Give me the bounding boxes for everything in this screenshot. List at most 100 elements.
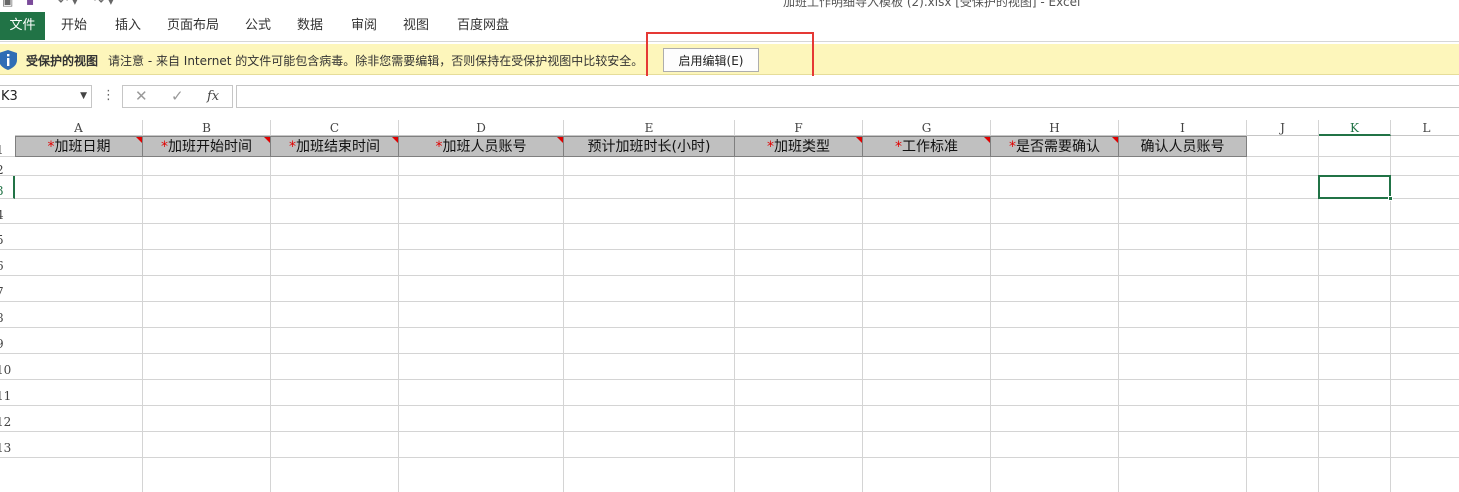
header-cell-h[interactable]: *是否需要确认 [991, 136, 1119, 157]
column-header-f[interactable]: F [735, 120, 863, 136]
formula-bar: K3 ▼ ⋮ ✕ ✓ fx [0, 76, 1459, 120]
row-header-8[interactable]: 8 [0, 302, 15, 328]
column-header-g[interactable]: G [863, 120, 991, 136]
redo-icon[interactable]: ↷ ▾ [94, 0, 114, 8]
column-header-a[interactable]: A [15, 120, 143, 136]
column-header-l[interactable]: L [1391, 120, 1459, 136]
row-number: 3 [0, 184, 4, 198]
name-box[interactable]: K3 ▼ [0, 85, 92, 108]
row-header-5[interactable]: 5 [0, 224, 15, 250]
tab-insert[interactable]: 插入 [111, 12, 145, 40]
comment-indicator-icon[interactable] [1112, 137, 1118, 143]
header-cell-c[interactable]: *加班结束时间 [271, 136, 399, 157]
row-number: 4 [0, 208, 4, 222]
fill-handle[interactable] [1388, 196, 1393, 201]
row-header-10[interactable]: 10 [0, 354, 15, 380]
column-header-b[interactable]: B [143, 120, 271, 136]
header-cell-g[interactable]: *工作标准 [863, 136, 991, 157]
row-number: 12 [0, 415, 12, 429]
row-number: 6 [0, 259, 4, 273]
column-header-c[interactable]: C [271, 120, 399, 136]
tab-baidu-netdisk[interactable]: 百度网盘 [453, 12, 513, 40]
row-header-11[interactable]: 11 [0, 380, 15, 406]
formula-input[interactable] [236, 85, 1459, 108]
enter-icon[interactable]: ✓ [171, 87, 184, 105]
header-cell-a[interactable]: *加班日期 [15, 136, 143, 157]
chevron-down-icon[interactable]: ▼ [80, 86, 87, 107]
tab-review[interactable]: 审阅 [347, 12, 381, 40]
header-cell-text: 工作标准 [902, 139, 958, 155]
comment-indicator-icon[interactable] [392, 137, 398, 143]
column-gridline [1246, 136, 1247, 492]
worksheet-grid[interactable]: ABCDEFGHIJKL 12345678910111213 *加班日期*加班开… [0, 120, 1459, 492]
tab-home[interactable]: 开始 [57, 12, 91, 40]
header-cell-text: 加班结束时间 [296, 139, 380, 155]
row-gridline [15, 379, 1459, 380]
tab-view[interactable]: 视图 [399, 12, 433, 40]
header-cell-d[interactable]: *加班人员账号 [399, 136, 564, 157]
info-shield-icon [0, 50, 17, 70]
row-gridline [15, 431, 1459, 432]
header-cell-f[interactable]: *加班类型 [735, 136, 863, 157]
tab-formulas[interactable]: 公式 [241, 12, 275, 40]
column-header-j[interactable]: J [1247, 120, 1319, 136]
save-icon[interactable]: ▪ [26, 0, 34, 8]
column-gridline [270, 136, 271, 492]
protected-view-message: 请注意 - 来自 Internet 的文件可能包含病毒。除非您需要编辑，否则保持… [108, 54, 644, 68]
row-number: 9 [0, 337, 4, 351]
tab-page-layout[interactable]: 页面布局 [163, 12, 223, 40]
row-header-7[interactable]: 7 [0, 276, 15, 302]
comment-indicator-icon[interactable] [136, 137, 142, 143]
row-header-6[interactable]: 6 [0, 250, 15, 276]
row-gridline [15, 405, 1459, 406]
row-header-12[interactable]: 12 [0, 406, 15, 432]
window-title: 加班工作明细导入模板 (2).xlsx [受保护的视图] - Excel [783, 0, 1081, 9]
comment-indicator-icon[interactable] [264, 137, 270, 143]
column-header-e[interactable]: E [564, 120, 735, 136]
header-cell-text: 加班日期 [54, 139, 111, 155]
enable-editing-button[interactable]: 启用编辑(E) [663, 48, 759, 72]
column-header-d[interactable]: D [399, 120, 564, 136]
row-number: 2 [0, 163, 4, 176]
header-cell-text: 加班类型 [774, 139, 830, 155]
more-options-icon[interactable]: ⋮ [102, 88, 115, 103]
column-header-h[interactable]: H [991, 120, 1119, 136]
header-cell-e[interactable]: 预计加班时长(小时) [564, 136, 735, 157]
protected-view-title: 受保护的视图 [26, 54, 99, 68]
selected-cell[interactable] [1318, 175, 1393, 201]
insert-function-icon[interactable]: fx [207, 89, 219, 104]
row-header-2[interactable]: 2 [0, 157, 15, 176]
row-gridline [15, 301, 1459, 302]
formula-buttons: ✕ ✓ fx [122, 85, 233, 108]
tab-data[interactable]: 数据 [293, 12, 327, 40]
row-gridline [15, 275, 1459, 276]
ribbon-tabs: 文件 开始 插入 页面布局 公式 数据 审阅 视图 百度网盘 [0, 12, 1459, 42]
row-header-4[interactable]: 4 [0, 199, 15, 224]
column-header-k[interactable]: K [1319, 120, 1391, 136]
required-marker: * [47, 139, 55, 155]
row-number: 11 [0, 389, 12, 403]
header-cell-b[interactable]: *加班开始时间 [143, 136, 271, 157]
tab-file[interactable]: 文件 [0, 12, 45, 40]
row-header-3[interactable]: 3 [0, 176, 15, 199]
column-gridline [990, 136, 991, 492]
header-cell-text: 加班人员账号 [442, 139, 527, 155]
row-header-9[interactable]: 9 [0, 328, 15, 354]
header-cell-i[interactable]: 确认人员账号 [1119, 136, 1247, 157]
row-header-1[interactable]: 1 [0, 136, 15, 157]
header-cell-text: 加班开始时间 [168, 139, 252, 155]
required-marker: * [435, 139, 443, 155]
row-gridline [15, 327, 1459, 328]
column-gridline [563, 136, 564, 492]
comment-indicator-icon[interactable] [856, 137, 862, 143]
column-header-i[interactable]: I [1119, 120, 1247, 136]
required-marker: * [767, 139, 774, 155]
comment-indicator-icon[interactable] [557, 137, 563, 143]
column-gridline [1118, 136, 1119, 492]
cancel-icon[interactable]: ✕ [135, 87, 148, 105]
row-gridline [15, 198, 1459, 199]
row-header-13[interactable]: 13 [0, 432, 15, 458]
undo-icon[interactable]: ↶ ▾ [58, 0, 78, 8]
row-number: 10 [0, 363, 12, 377]
comment-indicator-icon[interactable] [984, 137, 990, 143]
